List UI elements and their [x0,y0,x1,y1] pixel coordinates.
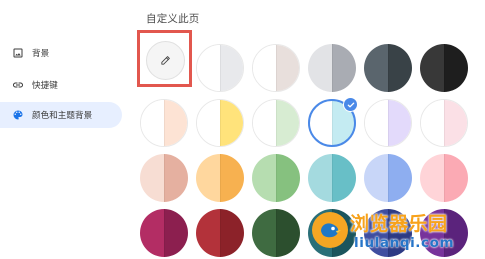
swatch-left-half [309,100,332,146]
sidebar-item-label: 颜色和主题背景 [32,111,93,121]
swatch-right-half [388,154,412,202]
color-swatch[interactable] [420,99,468,147]
swatch-right-half [164,209,188,257]
swatch-divider [444,44,445,92]
color-swatch[interactable] [196,154,244,202]
swatch-right-half [276,45,299,91]
swatch-left-half [252,154,276,202]
color-swatch[interactable] [196,44,244,92]
color-swatch[interactable] [364,44,412,92]
swatch-divider [220,45,221,91]
swatch-divider [220,100,221,146]
swatch-right-half [276,154,300,202]
sidebar-item-background[interactable]: 背景 [0,40,122,66]
sidebar-item-label: 快捷键 [32,81,58,91]
swatch-right-half [276,100,299,146]
swatch-divider [220,154,221,202]
swatch-divider [388,154,389,202]
swatch-right-half [444,44,468,92]
page-title: 自定义此页 [146,13,200,25]
swatch-divider [276,100,277,146]
swatch-right-half [220,45,243,91]
swatch-right-half [164,100,187,146]
swatch-left-half [141,100,164,146]
sidebar-item-shortcuts[interactable]: 快捷键 [0,72,122,98]
swatch-right-half [220,209,244,257]
color-swatch[interactable] [420,44,468,92]
swatch-divider [332,100,333,146]
color-swatch[interactable] [308,154,356,202]
color-swatch[interactable] [196,209,244,257]
swatch-right-half [164,154,188,202]
color-swatch[interactable] [196,99,244,147]
color-swatch[interactable] [308,44,356,92]
color-swatch[interactable] [140,154,188,202]
swatch-divider [444,100,445,146]
swatch-left-half [196,209,220,257]
palette-icon [12,109,24,121]
swatch-divider [164,100,165,146]
sidebar-item-label: 背景 [32,49,50,59]
color-swatch[interactable] [140,209,188,257]
swatch-left-half [140,154,164,202]
swatch-right-half [444,154,468,202]
swatch-left-half [197,45,220,91]
swatch-left-half [421,100,444,146]
swatch-left-half [253,100,276,146]
check-icon [343,97,358,112]
swatch-left-half [140,209,164,257]
sidebar: 背景 快捷键 颜色和主题背景 [0,38,128,158]
watermark-url: liulanqi.com [354,235,455,251]
swatch-right-half [332,154,356,202]
swatch-right-half [444,100,467,146]
swatch-divider [332,44,333,92]
swatch-divider [276,45,277,91]
swatch-divider [388,44,389,92]
swatch-divider [332,154,333,202]
swatch-left-half [196,154,220,202]
color-swatch[interactable] [252,99,300,147]
swatch-right-half [332,44,356,92]
swatch-divider [388,100,389,146]
swatch-right-half [388,100,411,146]
swatch-divider [164,154,165,202]
color-swatch[interactable] [252,154,300,202]
swatch-left-half [420,44,444,92]
sidebar-item-colors-and-themes[interactable]: 颜色和主题背景 [0,102,122,128]
swatch-right-half [388,44,412,92]
swatch-right-half [220,100,243,146]
swatch-divider [164,209,165,257]
color-swatch[interactable] [364,154,412,202]
custom-color-swatch[interactable] [146,41,185,80]
link-icon [12,79,24,91]
swatch-left-half [252,209,276,257]
swatch-divider [220,209,221,257]
color-swatch[interactable] [140,99,188,147]
color-swatch[interactable] [252,44,300,92]
swatch-left-half [420,154,444,202]
color-swatch[interactable] [252,209,300,257]
color-swatch[interactable] [420,154,468,202]
swatch-divider [276,154,277,202]
swatch-left-half [364,154,388,202]
swatch-left-half [365,100,388,146]
watermark-title: 浏览器乐园 [350,213,448,235]
swatch-left-half [308,154,332,202]
swatch-divider [444,154,445,202]
color-swatch[interactable] [364,99,412,147]
image-icon [12,47,24,59]
custom-color-button[interactable] [137,30,192,87]
pencil-icon [160,55,171,66]
watermark: 浏览器乐园 liulanqi.com [312,203,485,259]
swatch-left-half [364,44,388,92]
swatch-left-half [308,44,332,92]
swatch-divider [276,209,277,257]
swatch-left-half [253,45,276,91]
swatch-left-half [197,100,220,146]
browser-park-logo-icon [312,212,348,248]
swatch-right-half [220,154,244,202]
swatch-right-half [276,209,300,257]
customize-page-panel: 自定义此页 背景 快捷键 颜色和主题背景 浏览器乐园 liulanqi.com [0,0,485,259]
